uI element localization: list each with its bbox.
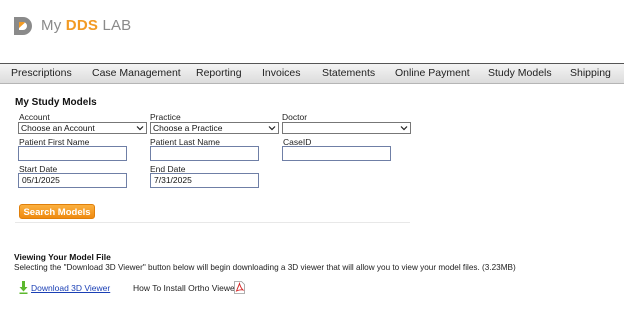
pdf-icon[interactable] — [234, 281, 245, 294]
logo-lab: LAB — [102, 17, 132, 34]
chevron-down-icon — [400, 126, 408, 131]
patient-last-name-input[interactable] — [150, 146, 259, 161]
account-label: Account — [19, 112, 50, 122]
logo-icon — [14, 17, 32, 35]
header: My DDS LAB — [0, 0, 624, 62]
nav-reporting[interactable]: Reporting — [196, 67, 242, 79]
main-nav: Prescriptions Case Management Reporting … — [0, 63, 624, 84]
nav-prescriptions[interactable]: Prescriptions — [11, 67, 72, 79]
chevron-down-icon — [268, 126, 276, 131]
practice-select[interactable]: Choose a Practice — [150, 122, 279, 134]
nav-shipping[interactable]: Shipping — [570, 67, 611, 79]
logo-dds: DDS — [65, 17, 99, 34]
doctor-select[interactable] — [282, 122, 411, 134]
practice-select-value: Choose a Practice — [153, 123, 223, 133]
page-title: My Study Models — [15, 97, 97, 108]
account-select-value: Choose an Account — [21, 123, 95, 133]
patient-first-name-input[interactable] — [18, 146, 127, 161]
divider — [15, 222, 410, 223]
nav-invoices[interactable]: Invoices — [262, 67, 301, 79]
account-select[interactable]: Choose an Account — [18, 122, 147, 134]
download-arrow-icon — [19, 281, 28, 294]
viewer-section-title: Viewing Your Model File — [14, 252, 111, 262]
logo-text: My DDS LAB — [41, 17, 131, 34]
end-date-input[interactable]: 7/31/2025 — [150, 173, 259, 188]
doctor-label: Doctor — [282, 112, 308, 122]
nav-online-payment[interactable]: Online Payment — [395, 67, 470, 79]
start-date-input[interactable]: 05/1/2025 — [18, 173, 127, 188]
logo-my: My — [41, 17, 62, 34]
nav-case-management[interactable]: Case Management — [92, 67, 181, 79]
search-models-button[interactable]: Search Models — [19, 204, 95, 219]
download-3d-viewer-link[interactable]: Download 3D Viewer — [31, 283, 110, 293]
viewer-description: Selecting the "Download 3D Viewer" butto… — [14, 263, 516, 272]
nav-statements[interactable]: Statements — [322, 67, 375, 79]
install-ortho-viewer-link[interactable]: How To Install Ortho Viewer — [133, 283, 238, 293]
practice-label: Practice — [150, 112, 181, 122]
nav-study-models[interactable]: Study Models — [488, 67, 552, 79]
case-id-input[interactable] — [282, 146, 391, 161]
chevron-down-icon — [136, 126, 144, 131]
